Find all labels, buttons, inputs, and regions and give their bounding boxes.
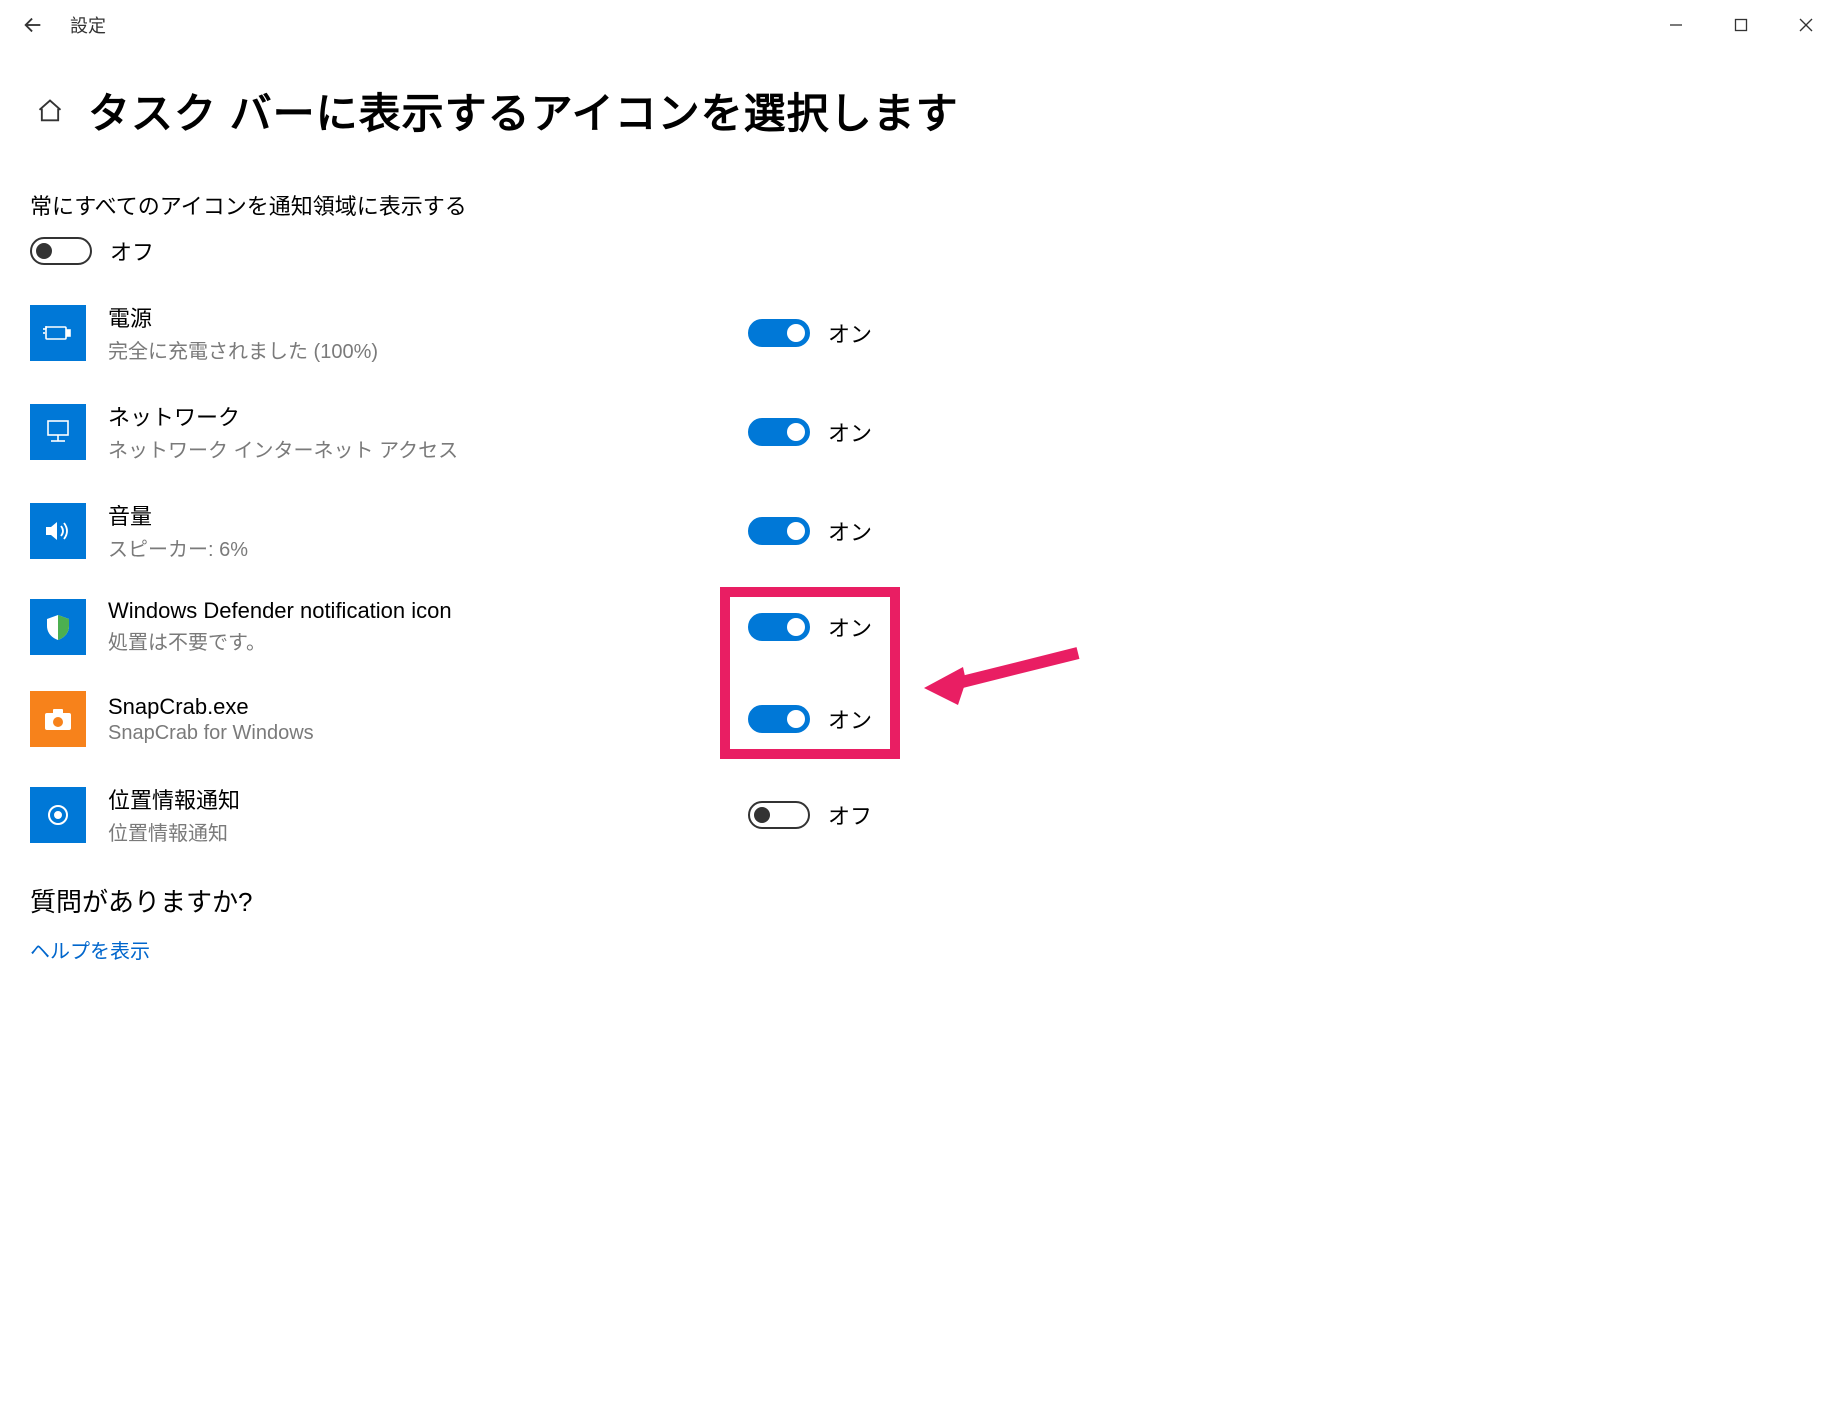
item-toggle-col: オン xyxy=(748,317,872,349)
volume-icon xyxy=(30,503,86,559)
item-toggle[interactable] xyxy=(748,705,810,733)
item-toggle-col: オフ xyxy=(748,799,872,831)
item-subtitle: 位置情報通知 xyxy=(108,817,748,846)
window-controls xyxy=(1643,0,1838,50)
master-toggle[interactable] xyxy=(30,237,92,265)
item-subtitle: 処置は不要です。 xyxy=(108,626,748,655)
snapcrab-icon xyxy=(30,691,86,747)
close-button[interactable] xyxy=(1773,0,1838,50)
item-subtitle: 完全に充電されました (100%) xyxy=(108,335,748,364)
item-toggle-col: オン xyxy=(748,611,872,643)
battery-icon xyxy=(30,305,86,361)
defender-icon xyxy=(30,599,86,655)
app-title: 設定 xyxy=(70,12,106,38)
list-item: 電源完全に充電されました (100%) オン xyxy=(30,301,1816,364)
icon-list: 電源完全に充電されました (100%)オンネットワークネットワーク インターネッ… xyxy=(30,301,1816,846)
item-subtitle: ネットワーク インターネット アクセス xyxy=(108,434,748,463)
page-header: タスク バーに表示するアイコンを選択します xyxy=(30,80,1816,141)
item-toggle-col: オン xyxy=(748,703,872,735)
list-item: 位置情報通知位置情報通知オフ xyxy=(30,783,1816,846)
close-icon xyxy=(1799,18,1813,32)
item-subtitle: スピーカー: 6% xyxy=(108,533,748,562)
help-link[interactable]: ヘルプを表示 xyxy=(30,935,1816,964)
page-content: タスク バーに表示するアイコンを選択します 常にすべてのアイコンを通知領域に表示… xyxy=(0,50,1846,964)
network-icon xyxy=(30,404,86,460)
item-toggle-state: オン xyxy=(828,317,872,349)
item-subtitle: SnapCrab for Windows xyxy=(108,722,748,745)
item-title: 位置情報通知 xyxy=(108,783,748,815)
item-title: Windows Defender notification icon xyxy=(108,598,748,624)
item-text: SnapCrab.exeSnapCrab for Windows xyxy=(108,694,748,745)
minimize-icon xyxy=(1669,18,1683,32)
master-toggle-label: 常にすべてのアイコンを通知領域に表示する xyxy=(30,189,1816,221)
item-toggle-state: オフ xyxy=(828,799,872,831)
list-item: SnapCrab.exeSnapCrab for Windows オン xyxy=(30,691,1816,747)
item-toggle-state: オン xyxy=(828,416,872,448)
item-toggle-state: オン xyxy=(828,611,872,643)
page-title: タスク バーに表示するアイコンを選択します xyxy=(88,80,959,141)
back-button[interactable] xyxy=(8,0,58,50)
item-title: ネットワーク xyxy=(108,400,748,432)
item-text: 電源完全に充電されました (100%) xyxy=(108,301,748,364)
item-toggle-state: オン xyxy=(828,515,872,547)
item-text: 音量スピーカー: 6% xyxy=(108,499,748,562)
home-button[interactable] xyxy=(30,91,70,131)
questions-heading: 質問がありますか? xyxy=(30,882,1816,919)
master-toggle-row: オフ xyxy=(30,235,1816,267)
master-toggle-state: オフ xyxy=(110,235,154,267)
minimize-button[interactable] xyxy=(1643,0,1708,50)
title-bar: 設定 xyxy=(0,0,1846,50)
location-icon xyxy=(30,787,86,843)
item-toggle-state: オン xyxy=(828,703,872,735)
item-title: 電源 xyxy=(108,301,748,333)
maximize-icon xyxy=(1734,18,1748,32)
item-toggle[interactable] xyxy=(748,319,810,347)
item-title: 音量 xyxy=(108,499,748,531)
arrow-left-icon xyxy=(22,14,44,36)
list-item: 音量スピーカー: 6% オン xyxy=(30,499,1816,562)
item-toggle[interactable] xyxy=(748,613,810,641)
item-toggle-col: オン xyxy=(748,515,872,547)
item-toggle[interactable] xyxy=(748,517,810,545)
list-item: ネットワークネットワーク インターネット アクセス オン xyxy=(30,400,1816,463)
item-text: 位置情報通知位置情報通知 xyxy=(108,783,748,846)
item-title: SnapCrab.exe xyxy=(108,694,748,720)
item-text: ネットワークネットワーク インターネット アクセス xyxy=(108,400,748,463)
item-toggle[interactable] xyxy=(748,801,810,829)
item-toggle-col: オン xyxy=(748,416,872,448)
item-toggle[interactable] xyxy=(748,418,810,446)
item-text: Windows Defender notification icon処置は不要で… xyxy=(108,598,748,655)
home-icon xyxy=(36,97,64,125)
maximize-button[interactable] xyxy=(1708,0,1773,50)
list-item: Windows Defender notification icon処置は不要で… xyxy=(30,598,1816,655)
